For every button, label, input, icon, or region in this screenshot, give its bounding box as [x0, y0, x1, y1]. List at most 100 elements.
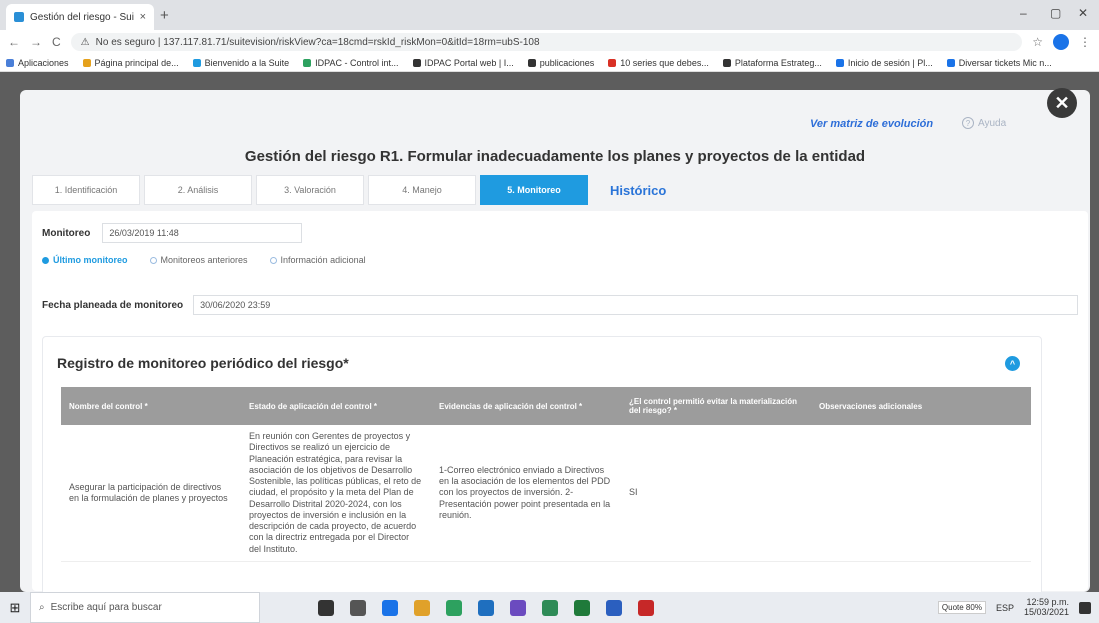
taskbar-app-icon[interactable]: [446, 599, 462, 616]
fecha-planeada-field[interactable]: 30/06/2020 23:59: [193, 295, 1078, 315]
bookmark-item[interactable]: 10 series que debes...: [608, 58, 709, 68]
column-header: Evidencias de aplicación del control *: [431, 387, 621, 425]
step-tab[interactable]: 5. Monitoreo: [480, 175, 588, 205]
ayuda-label: Ayuda: [978, 117, 1007, 129]
tab-historico[interactable]: Histórico: [610, 175, 666, 205]
monitoreo-view-options: Último monitoreo Monitoreos anteriores Inf…: [42, 255, 366, 265]
ayuda-button[interactable]: ? Ayuda: [962, 117, 1006, 129]
risk-modal: Ver matriz de evolución ? Ayuda Gestión …: [20, 90, 1090, 592]
cell-evidencias: 1-Correo electrónico enviado a Directivo…: [431, 425, 621, 562]
step-tabs: 1. Identificación 2. Análisis 3. Valoració…: [32, 175, 666, 205]
bookmarks-bar: Aplicaciones Página principal de... Bienve…: [0, 54, 1099, 72]
browser-tab-bar: Gestión del riesgo - Suite Visión × + – …: [0, 0, 1099, 30]
view-option-radio[interactable]: Monitoreos anteriores: [149, 255, 248, 265]
cell-estado-aplicacion: En reunión con Gerentes de proyectos y D…: [241, 425, 431, 562]
column-header: Observaciones adicionales: [811, 387, 1031, 425]
taskbar-apps: [318, 599, 654, 616]
tab-close-icon[interactable]: ×: [140, 11, 146, 23]
language-indicator[interactable]: ESP: [996, 603, 1014, 613]
view-option-radio[interactable]: Último monitoreo: [42, 255, 128, 265]
taskbar-app-icon[interactable]: [350, 599, 366, 616]
tab-title: Gestión del riesgo - Suite Visión: [30, 11, 134, 23]
page-overlay: Ver matriz de evolución ? Ayuda Gestión …: [0, 72, 1099, 592]
system-tray: Quote 80% ESP 12:59 p.m. 15/03/2021: [937, 592, 1091, 623]
step-tab[interactable]: 1. Identificación: [32, 175, 140, 205]
search-icon: ⌕: [39, 602, 45, 613]
taskbar-search-input[interactable]: ⌕ Escribe aquí para buscar: [30, 592, 260, 623]
bookmark-label: Diversar tickets Mic n...: [958, 57, 1052, 68]
taskbar-app-icon[interactable]: [510, 599, 526, 616]
favicon-icon: [14, 12, 24, 22]
bookmark-item[interactable]: Bienvenido a la Suite: [192, 58, 289, 68]
windows-start-icon[interactable]: ⊞: [0, 600, 30, 616]
bookmark-label: IDPAC - Control int...: [315, 57, 399, 68]
url-input[interactable]: ⚠ No es seguro | 137.117.81.71/suitevisi…: [70, 33, 1023, 51]
back-icon[interactable]: ←: [8, 35, 20, 49]
step-tab[interactable]: 2. Análisis: [144, 175, 252, 205]
column-header: Estado de aplicación del control *: [241, 387, 431, 425]
taskbar-app-icon[interactable]: [638, 599, 654, 616]
bookmark-item[interactable]: publicaciones: [527, 57, 595, 68]
bookmark-item[interactable]: Plataforma Estrateg...: [722, 58, 822, 68]
bookmark-favicon-icon: [946, 58, 955, 67]
registro-table: Nombre del control * Estado de aplicació…: [61, 387, 1031, 562]
bookmark-favicon-icon: [82, 58, 91, 67]
monitoreo-label: Monitoreo: [42, 227, 91, 239]
bookmark-favicon-icon: [6, 58, 14, 67]
taskbar-app-icon[interactable]: [542, 599, 558, 616]
profile-avatar[interactable]: [1053, 34, 1069, 50]
step-tab[interactable]: 4. Manejo: [368, 175, 476, 205]
cell-nombre-control: Asegurar la participación de directivos …: [61, 425, 241, 562]
bookmark-favicon-icon: [192, 58, 201, 67]
taskbar-app-icon[interactable]: [606, 599, 622, 616]
bookmark-label: IDPAC Portal web | I...: [424, 57, 514, 68]
radio-label: Información adicional: [280, 255, 366, 265]
bookmark-item[interactable]: Inicio de sesión | Pl...: [835, 57, 933, 68]
column-header: Nombre del control *: [61, 387, 241, 425]
bookmark-item[interactable]: IDPAC - Control int...: [303, 57, 399, 68]
bookmark-label: publicaciones: [539, 57, 595, 68]
window-close-button[interactable]: ✕: [1078, 6, 1088, 20]
bookmark-favicon-icon: [527, 58, 536, 67]
step-tab[interactable]: 3. Valoración: [256, 175, 364, 205]
fecha-planeada-row: Fecha planeada de monitoreo 30/06/2020 2…: [42, 295, 1078, 315]
monitoreo-select[interactable]: 26/03/2019 11:48: [102, 223, 303, 243]
taskbar-app-icon[interactable]: [574, 599, 590, 616]
reload-icon[interactable]: C: [52, 35, 61, 49]
fecha-planeada-label: Fecha planeada de monitoreo: [42, 299, 184, 311]
bookmark-label: Aplicaciones: [18, 57, 69, 68]
bookmark-label: Inicio de sesión | Pl...: [847, 57, 933, 68]
bookmark-item[interactable]: Página principal de...: [82, 57, 179, 68]
monitoreo-row: Monitoreo 26/03/2019 11:48: [42, 223, 303, 243]
bookmark-label: Página principal de...: [94, 57, 179, 68]
radio-dot-icon: [42, 256, 49, 264]
new-tab-button[interactable]: +: [160, 7, 169, 24]
window-maximize-button[interactable]: ▢: [1050, 6, 1061, 20]
collapse-toggle-icon[interactable]: ^: [1005, 356, 1020, 371]
taskbar-app-icon[interactable]: [414, 599, 430, 616]
tray-badge[interactable]: Quote 80%: [937, 601, 986, 614]
column-header: ¿El control permitió evitar la materiali…: [621, 387, 811, 425]
ver-matriz-link[interactable]: Ver matriz de evolución: [810, 118, 933, 130]
view-option-radio[interactable]: Información adicional: [269, 255, 366, 265]
window-minimize-button[interactable]: –: [1020, 6, 1027, 20]
lock-warning-icon: ⚠: [80, 36, 90, 48]
taskbar-app-icon[interactable]: [318, 599, 334, 616]
browser-menu-icon[interactable]: ⋮: [1079, 35, 1091, 49]
table-row: Asegurar la participación de directivos …: [61, 425, 1031, 562]
bookmark-star-icon[interactable]: ☆: [1032, 35, 1043, 49]
bookmark-item[interactable]: Aplicaciones: [6, 58, 69, 68]
cell-observaciones: [811, 425, 1031, 562]
notifications-icon[interactable]: [1079, 601, 1091, 614]
browser-tab[interactable]: Gestión del riesgo - Suite Visión ×: [6, 4, 154, 30]
bookmark-item[interactable]: IDPAC Portal web | I...: [412, 57, 514, 68]
radio-label: Último monitoreo: [53, 255, 128, 265]
forward-icon[interactable]: →: [30, 35, 42, 49]
bookmark-item[interactable]: Diversar tickets Mic n...: [946, 57, 1052, 68]
bookmark-favicon-icon: [412, 58, 421, 67]
radio-label: Monitoreos anteriores: [160, 255, 248, 265]
clock[interactable]: 12:59 p.m. 15/03/2021: [1024, 597, 1069, 618]
taskbar-app-icon[interactable]: [478, 599, 494, 616]
close-modal-button[interactable]: ✕: [1047, 88, 1077, 118]
taskbar-app-icon[interactable]: [382, 599, 398, 616]
